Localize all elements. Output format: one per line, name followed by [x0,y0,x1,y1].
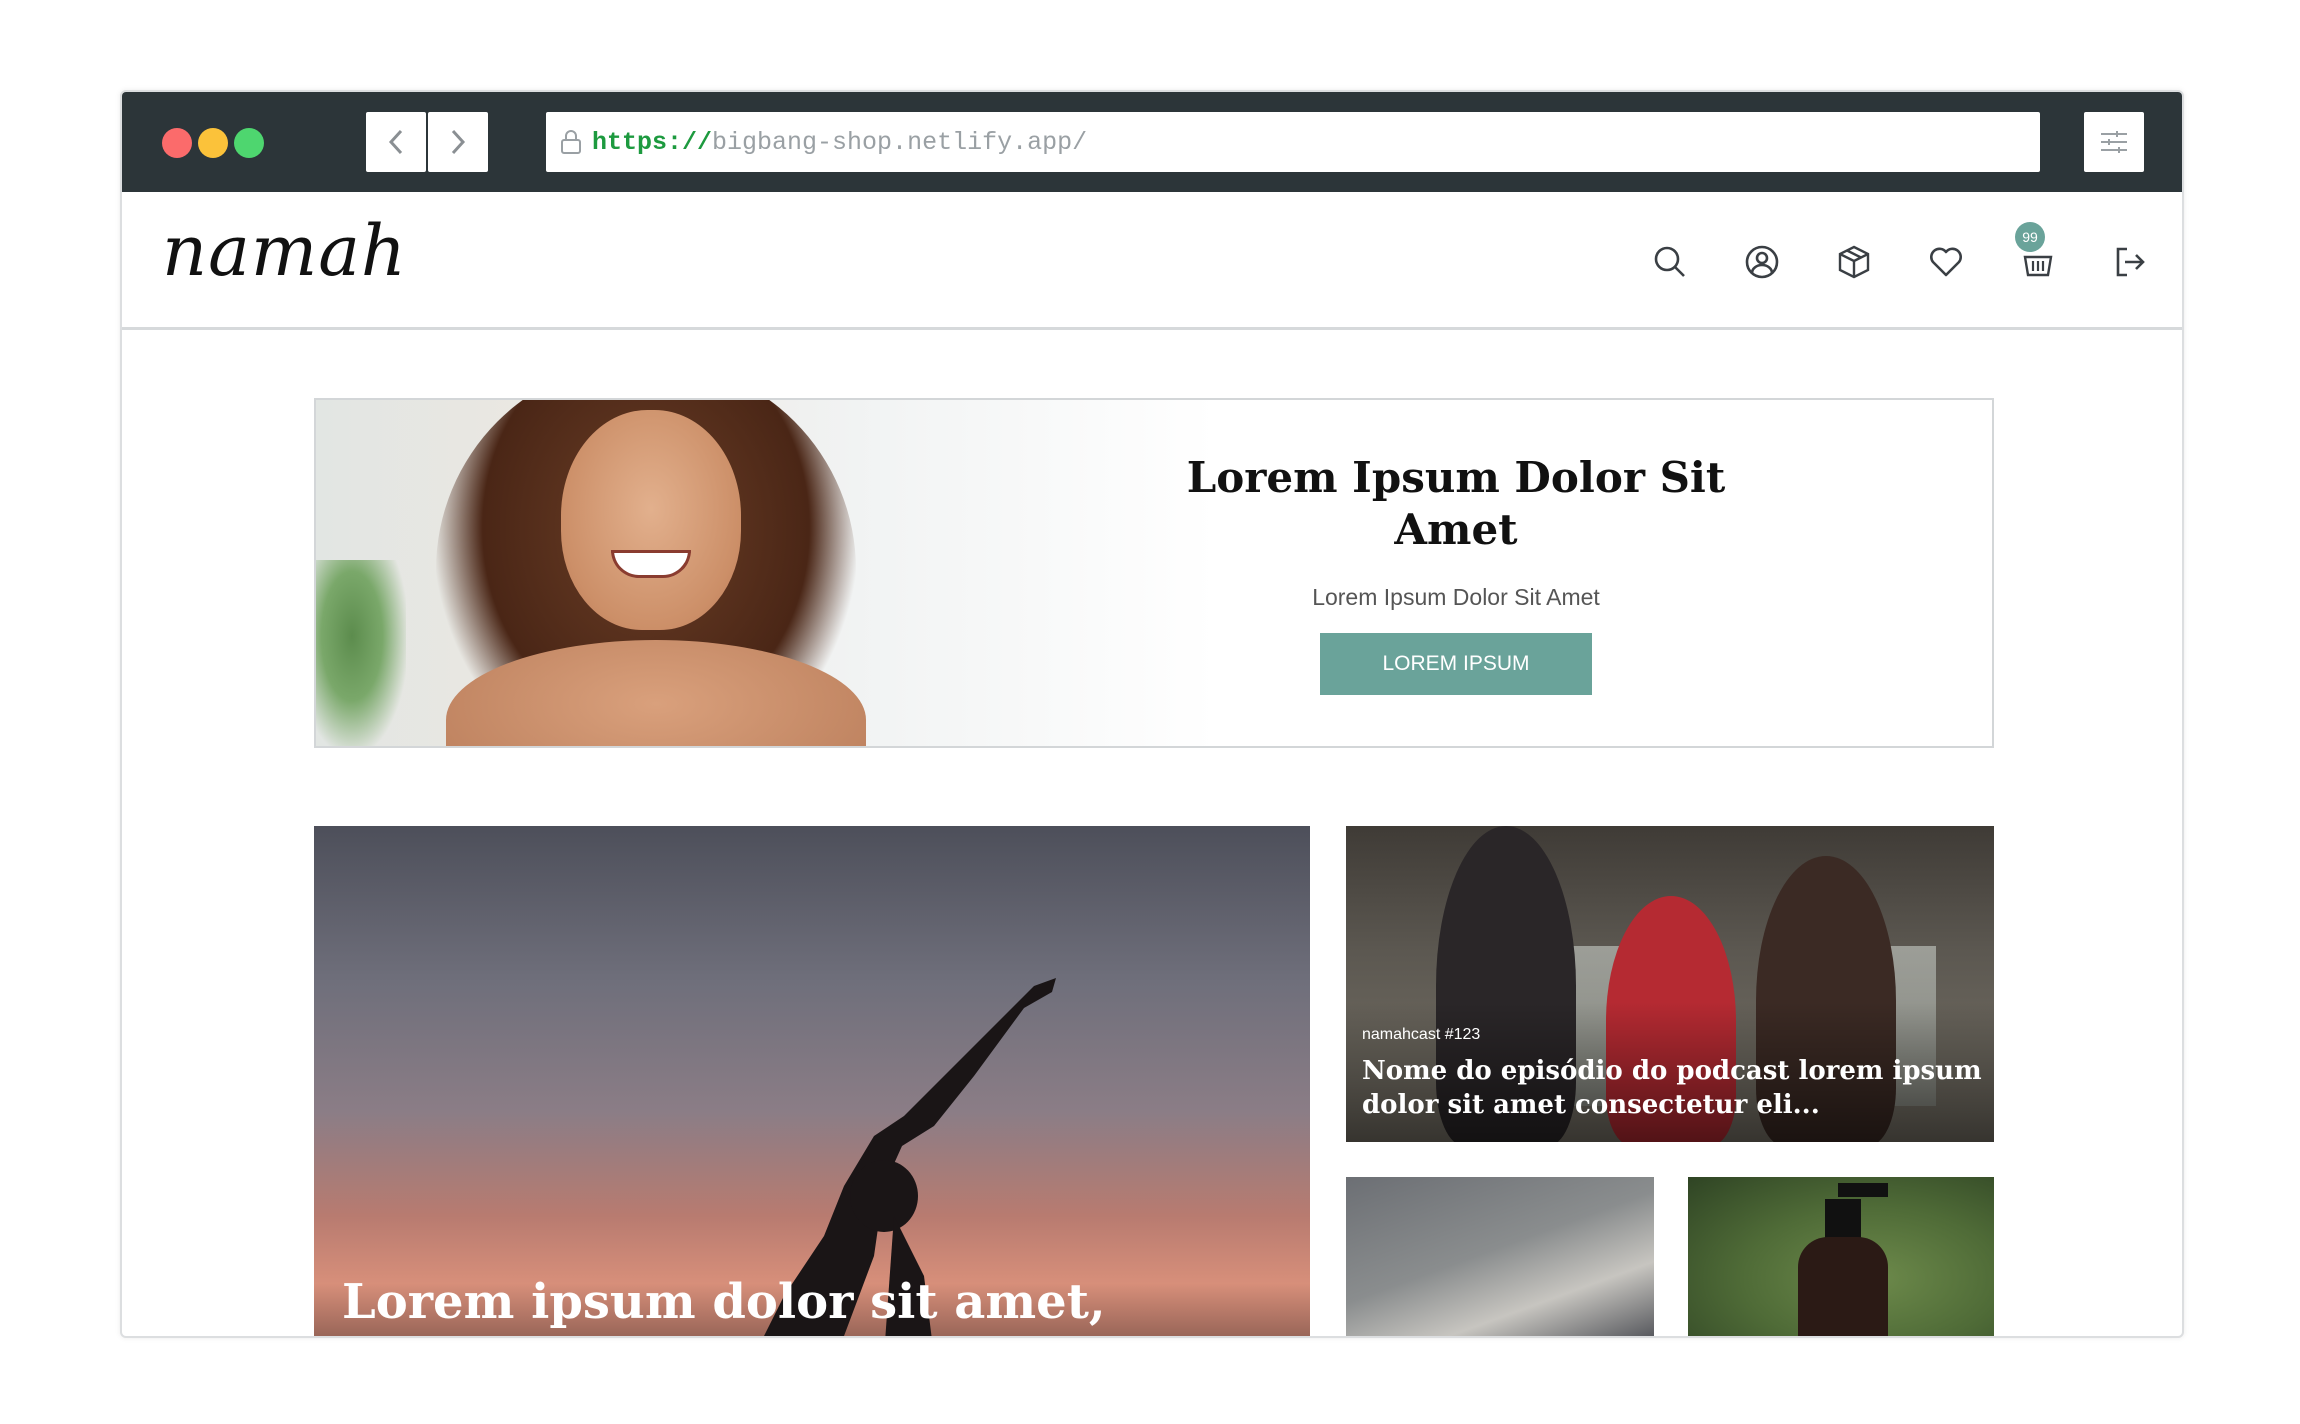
sliders-icon [2101,131,2127,153]
user-icon[interactable] [1742,242,1782,282]
back-button[interactable] [366,112,426,172]
yoga-card-thumbnail[interactable] [1346,1177,1654,1336]
browser-toolbar: https://bigbang-shop.netlify.app/ [122,92,2182,192]
settings-button[interactable] [2084,112,2144,172]
browser-window: https://bigbang-shop.netlify.app/ namah [120,90,2184,1338]
forward-button[interactable] [428,112,488,172]
cart-count-badge: 99 [2015,222,2045,252]
chevron-right-icon [451,129,466,155]
site-header: namah 99 [122,192,2182,330]
podcast-card[interactable]: namahcast #123 Nome do episódio do podca… [1346,826,1994,1142]
url-protocol: https:// [592,127,713,157]
hero-content: Lorem Ipsum Dolor Sit Amet Lorem Ipsum D… [1176,400,1736,746]
bottle-photo [1798,1237,1888,1336]
podcast-tag: namahcast #123 [1362,1026,1481,1043]
minimize-window-button[interactable] [198,128,228,158]
featured-article-title: Lorem ipsum dolor sit amet, [342,1274,1106,1330]
close-window-button[interactable] [162,128,192,158]
search-icon[interactable] [1650,242,1690,282]
chevron-left-icon [388,129,403,155]
heart-icon[interactable] [1926,242,1966,282]
url-text: bigbang-shop.netlify.app/ [712,127,1088,157]
address-bar[interactable]: https://bigbang-shop.netlify.app/ [546,112,2040,172]
package-icon[interactable] [1834,242,1874,282]
site-logo[interactable]: namah [162,210,407,292]
featured-article-card[interactable]: Lorem ipsum dolor sit amet, [314,826,1310,1336]
hero-cta-button[interactable]: LOREM IPSUM [1320,633,1592,695]
hero-title: Lorem Ipsum Dolor Sit Amet [1186,453,1726,554]
hero-photo [316,400,1216,746]
logout-icon[interactable] [2110,242,2150,282]
hero-subtitle: Lorem Ipsum Dolor Sit Amet [1312,584,1600,610]
podcast-title: Nome do episódio do podcast lorem ipsum … [1362,1056,1982,1120]
product-card-thumbnail[interactable] [1688,1177,1994,1336]
lock-icon [560,129,582,155]
maximize-window-button[interactable] [234,128,264,158]
hero-banner: Lorem Ipsum Dolor Sit Amet Lorem Ipsum D… [314,398,1994,748]
